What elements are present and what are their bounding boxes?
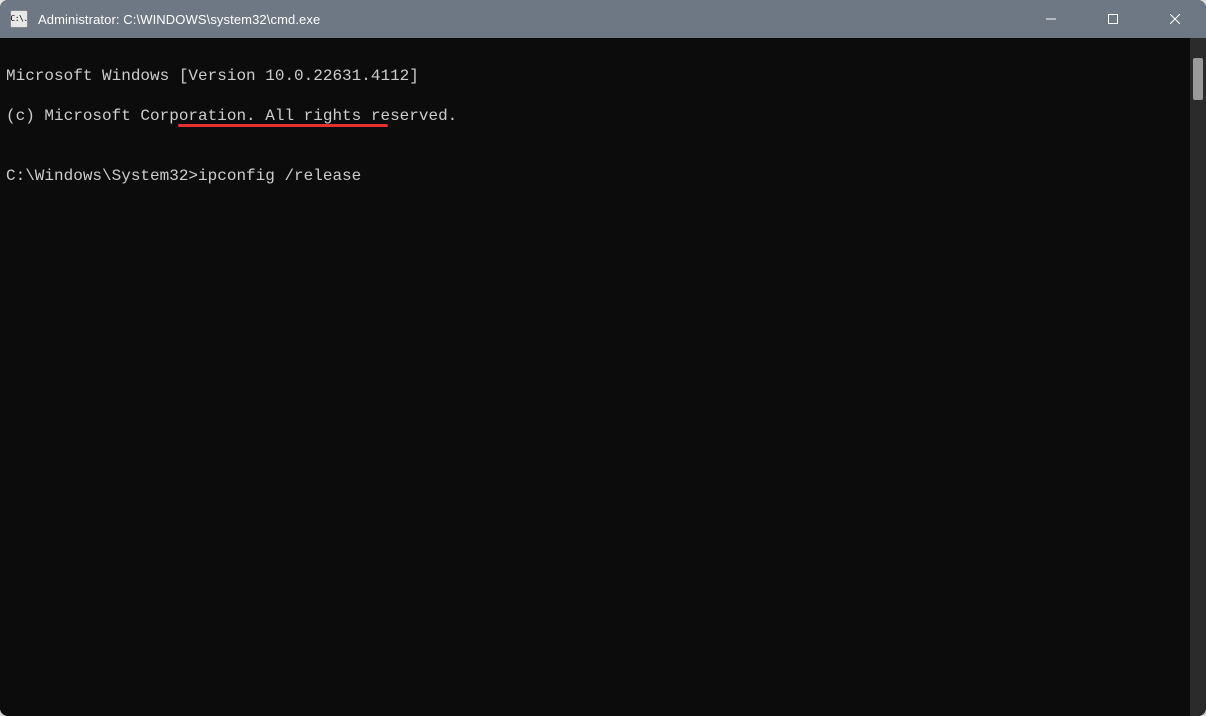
cmd-icon-text: C:\.	[10, 15, 27, 23]
close-icon	[1170, 14, 1180, 24]
terminal-prompt: C:\Windows\System32>	[6, 167, 198, 185]
terminal-content[interactable]: Microsoft Windows [Version 10.0.22631.41…	[0, 38, 1190, 716]
minimize-button[interactable]	[1020, 0, 1082, 38]
cmd-icon: C:\.	[10, 10, 28, 28]
red-underline-annotation	[178, 124, 388, 127]
window-controls	[1020, 0, 1206, 38]
cmd-window: C:\. Administrator: C:\WINDOWS\system32\…	[0, 0, 1206, 716]
terminal-command: ipconfig /release	[198, 167, 361, 185]
window-title: Administrator: C:\WINDOWS\system32\cmd.e…	[38, 12, 1020, 27]
scrollbar[interactable]	[1190, 38, 1206, 716]
terminal-line: Microsoft Windows [Version 10.0.22631.41…	[6, 66, 1184, 86]
close-button[interactable]	[1144, 0, 1206, 38]
maximize-icon	[1108, 14, 1118, 24]
terminal-area: Microsoft Windows [Version 10.0.22631.41…	[0, 38, 1206, 716]
titlebar[interactable]: C:\. Administrator: C:\WINDOWS\system32\…	[0, 0, 1206, 38]
minimize-icon	[1046, 14, 1056, 24]
maximize-button[interactable]	[1082, 0, 1144, 38]
scrollbar-thumb[interactable]	[1193, 58, 1203, 100]
terminal-line: (c) Microsoft Corporation. All rights re…	[6, 106, 1184, 126]
